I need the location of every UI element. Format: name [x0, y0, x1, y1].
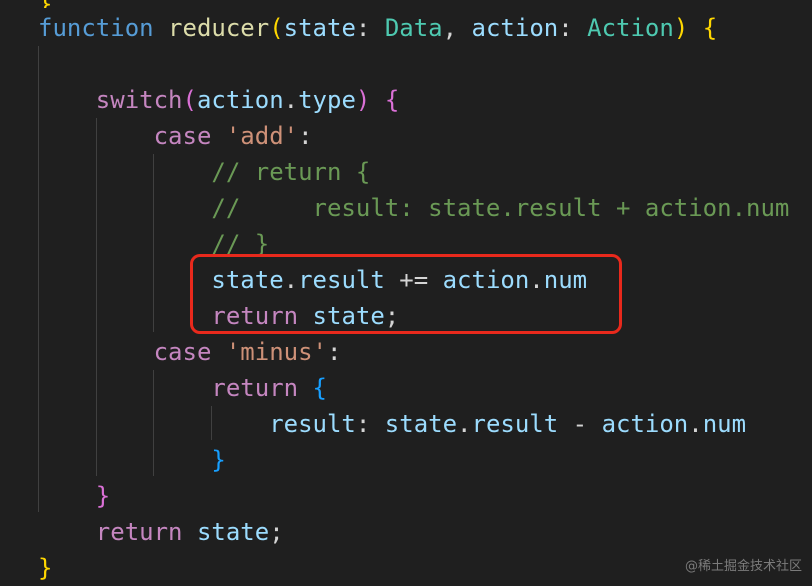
code-token: { — [312, 374, 327, 402]
code-token: action — [442, 266, 530, 294]
code-line-10: case 'minus': — [38, 334, 342, 370]
code-line-14: } — [38, 478, 110, 514]
code-line-6: // result: state.result + action.num — [38, 190, 789, 226]
code-token: action — [601, 410, 689, 438]
code-line-13: } — [38, 442, 226, 478]
code-token: ; — [269, 518, 284, 546]
code-token: : — [558, 14, 588, 42]
code-line-3: switch(action.type) { — [38, 82, 399, 118]
code-token: } — [211, 446, 226, 474]
code-token: reducer — [168, 14, 270, 42]
code-token: switch — [95, 86, 183, 114]
partial-brace-top: } — [38, 0, 52, 8]
code-token: function — [38, 14, 154, 42]
code-token: , — [442, 14, 472, 42]
code-token: // } — [211, 230, 270, 258]
code-token: result — [471, 410, 559, 438]
code-token: state — [211, 266, 284, 294]
code-token: state — [283, 14, 356, 42]
code-editor[interactable]: } function reducer(state: Data, action: … — [0, 0, 812, 582]
code-token: . — [283, 86, 299, 114]
code-token: case — [153, 122, 212, 150]
code-line-16: } — [38, 550, 52, 586]
code-token: : — [355, 410, 385, 438]
code-token: state — [384, 410, 458, 438]
code-token: result — [269, 410, 356, 438]
code-token: ) — [355, 86, 371, 114]
code-token: } — [95, 482, 111, 510]
code-token: ( — [269, 14, 284, 42]
code-token: . — [283, 266, 299, 294]
code-line-7: // } — [38, 226, 269, 262]
code-token: } — [38, 554, 53, 582]
code-line-8: state.result += action.num — [38, 262, 587, 298]
code-token: : — [355, 14, 385, 42]
code-token: Data — [384, 14, 443, 42]
code-token: return — [211, 302, 299, 330]
code-line-9: return state; — [38, 298, 399, 334]
code-token: result — [298, 266, 385, 294]
code-token: - — [558, 410, 602, 438]
code-line-11: return { — [38, 370, 327, 406]
code-token: // return { — [211, 158, 371, 186]
code-token: += — [384, 266, 443, 294]
code-token: action — [471, 14, 559, 42]
code-token: : — [327, 338, 342, 366]
code-token: action — [196, 86, 284, 114]
code-token: ) — [673, 14, 689, 42]
code-token: . — [688, 410, 703, 438]
code-token: { — [384, 86, 400, 114]
code-line-5: // return { — [38, 154, 370, 190]
code-token: case — [153, 338, 212, 366]
code-token: { — [702, 14, 718, 42]
code-line-1: function reducer(state: Data, action: Ac… — [38, 10, 717, 46]
code-token: ( — [182, 86, 197, 114]
code-token: type — [298, 86, 356, 114]
code-token: return — [211, 374, 299, 402]
code-token: 'add' — [225, 122, 299, 150]
code-line-12: result: state.result - action.num — [38, 406, 746, 442]
watermark: @稀土掘金技术社区 — [684, 559, 802, 574]
code-token: ; — [384, 302, 400, 330]
code-token: num — [543, 266, 588, 294]
code-token: state — [196, 518, 270, 546]
code-line-4: case 'add': — [38, 118, 313, 154]
code-token: : — [298, 122, 313, 150]
code-token: 'minus' — [225, 338, 327, 366]
code-token: // result: state.result + action.num — [211, 194, 790, 222]
code-token: Action — [587, 14, 674, 42]
code-token: state — [312, 302, 385, 330]
code-line-15: return state; — [38, 514, 284, 550]
code-token: . — [457, 410, 472, 438]
code-token: . — [529, 266, 544, 294]
code-token: return — [95, 518, 183, 546]
code-token: num — [702, 410, 747, 438]
